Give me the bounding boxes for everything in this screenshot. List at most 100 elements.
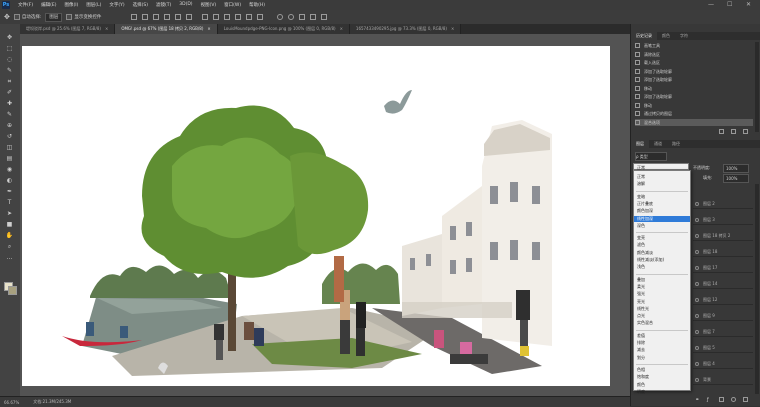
blend-mode-option[interactable]: 强光 [634,291,690,298]
history-state[interactable]: 添加了选取轮廓 [635,76,753,83]
quick-select-tool-icon[interactable]: ✎ [5,67,14,74]
layers-panel-tab[interactable]: 通道 [649,140,667,148]
history-brush-tool-icon[interactable]: ↺ [5,133,14,140]
layer-visibility-icon[interactable] [695,330,699,334]
align-right-icon[interactable] [153,14,160,20]
new-snapshot-icon[interactable] [719,129,724,134]
history-scrollbar[interactable] [755,42,759,132]
distribute-right-icon[interactable] [257,14,264,20]
history-state[interactable]: 添加了选取轮廓 [635,93,753,100]
blend-mode-option[interactable]: 减去 [634,347,690,354]
3d-rotate-icon[interactable] [277,14,284,20]
link-layers-icon[interactable]: ⚭ [695,397,699,403]
shape-tool-icon[interactable]: ■ [5,221,14,228]
blend-mode-option[interactable]: 饱和度 [634,374,690,381]
mask-icon[interactable] [719,397,724,402]
blend-mode-option[interactable]: 变暗 [634,194,690,201]
layer-visibility-icon[interactable] [695,234,699,238]
healing-brush-tool-icon[interactable]: ✚ [5,100,14,107]
align-top-icon[interactable] [164,14,171,20]
menu-item[interactable]: 视图(V) [197,2,221,8]
layers-panel-tab[interactable]: 图层 [631,140,649,148]
distribute-top-icon[interactable] [202,14,209,20]
blend-mode-option[interactable]: 变亮 [634,235,690,242]
menu-item[interactable]: 3D(D) [175,2,196,8]
auto-select-checkbox[interactable]: 自动选择: [13,14,41,20]
document-tab[interactable]: LouisMoundpdge-PNG-Icon.png @ 100% (图层 0… [217,24,350,34]
blend-mode-option[interactable]: 浅色 [634,264,690,271]
blend-mode-option[interactable]: 颜色加深 [634,208,690,215]
layer-row[interactable]: 图层 7 [693,328,753,337]
brush-tool-icon[interactable]: ✎ [5,111,14,118]
close-tab-icon[interactable]: × [207,26,210,31]
opacity-input[interactable]: 100% [723,164,749,173]
layer-row[interactable]: 图层 5 [693,344,753,353]
clone-stamp-tool-icon[interactable]: ⊕ [5,122,14,129]
trash-icon[interactable] [743,129,748,134]
history-state[interactable]: 清除选区 [635,51,753,58]
close-tab-icon[interactable]: × [451,26,454,31]
history-state[interactable]: 通过拷贝的图层 [635,110,753,117]
layer-row[interactable]: 图层 4 [693,360,753,369]
path-select-tool-icon[interactable]: ➤ [5,210,14,217]
crop-tool-icon[interactable]: ⌗ [5,78,14,85]
blend-mode-option[interactable]: 颜色减淡 [634,250,690,257]
blend-mode-option[interactable]: 溶解 [634,181,690,188]
close-window-button[interactable]: ✕ [746,1,751,8]
blend-mode-option[interactable]: 正常 [634,174,690,181]
menu-item[interactable]: 选择(S) [129,2,152,8]
align-center-icon[interactable] [142,14,149,20]
adjustment-layer-icon[interactable] [731,397,736,402]
distribute-center-icon[interactable] [246,14,253,20]
menu-item[interactable]: 帮助(H) [245,2,269,8]
background-color-swatch[interactable] [8,286,17,295]
blend-mode-option[interactable]: 色相 [634,367,690,374]
layer-visibility-icon[interactable] [695,346,699,350]
lasso-tool-icon[interactable]: ◌ [5,56,14,63]
blend-mode-option[interactable]: 线性加深 [634,215,690,222]
menu-item[interactable]: 文件(F) [14,2,37,8]
blend-mode-select[interactable]: 正常 [633,163,689,170]
menu-item[interactable]: 滤镜(T) [152,2,175,8]
transform-controls-checkbox[interactable]: 显示变换控件 [66,14,101,20]
blend-mode-option[interactable]: 线性减淡(添加) [634,257,690,264]
3d-roll-icon[interactable] [288,14,295,20]
align-middle-icon[interactable] [175,14,182,20]
3d-pan-icon[interactable] [299,14,306,20]
menu-item[interactable]: 窗口(W) [220,2,245,8]
menu-item[interactable]: 文字(Y) [105,2,128,8]
blend-mode-option[interactable]: 线性光 [634,306,690,313]
close-tab-icon[interactable]: × [340,26,343,31]
layer-visibility-icon[interactable] [695,202,699,206]
layer-row[interactable]: 背景 [693,376,753,385]
history-state[interactable]: 画笔工具 [635,42,753,49]
layer-row[interactable]: 图层 12 [693,296,753,305]
layer-visibility-icon[interactable] [695,314,699,318]
distribute-left-icon[interactable] [235,14,242,20]
gradient-tool-icon[interactable]: ▤ [5,155,14,162]
document-tab[interactable]: 1657433490295.jpg @ 73.3% (图层 0, RGB/8) × [349,24,462,34]
history-panel-tab[interactable]: 颜色 [657,32,675,40]
layer-row[interactable]: 图层 14 [693,280,753,289]
layer-row[interactable]: 图层 2 [693,200,753,209]
dodge-tool-icon[interactable]: ◐ [5,177,14,184]
blend-mode-option[interactable]: 颜色 [634,382,690,389]
fill-input[interactable]: 100% [723,174,749,183]
layer-visibility-icon[interactable] [695,282,699,286]
eyedropper-tool-icon[interactable]: ✐ [5,89,14,96]
menu-item[interactable]: 图像(I) [60,2,82,8]
auto-select-dropdown[interactable]: 图层 [45,12,63,22]
layer-visibility-icon[interactable] [695,378,699,382]
blend-mode-option[interactable]: 点光 [634,313,690,320]
move-tool-icon[interactable]: ✥ [5,34,14,41]
zoom-level[interactable]: 66.67% [4,400,19,405]
history-panel-tab[interactable]: 字符 [675,32,693,40]
fx-icon[interactable]: ƒ [707,397,709,403]
blend-mode-option[interactable]: 实色混合 [634,320,690,327]
menu-item[interactable]: 编辑(E) [37,2,60,8]
history-panel-tab[interactable]: 历史记录 [631,32,657,40]
layer-row[interactable]: 图层 9 [693,312,753,321]
layer-filter-dropdown[interactable]: ρ 类型 [635,152,667,161]
document-tab[interactable]: OMG!.psd @ 67% (图层 18 拷贝 2, RGB/8) × [115,24,218,34]
align-bottom-icon[interactable] [186,14,193,20]
